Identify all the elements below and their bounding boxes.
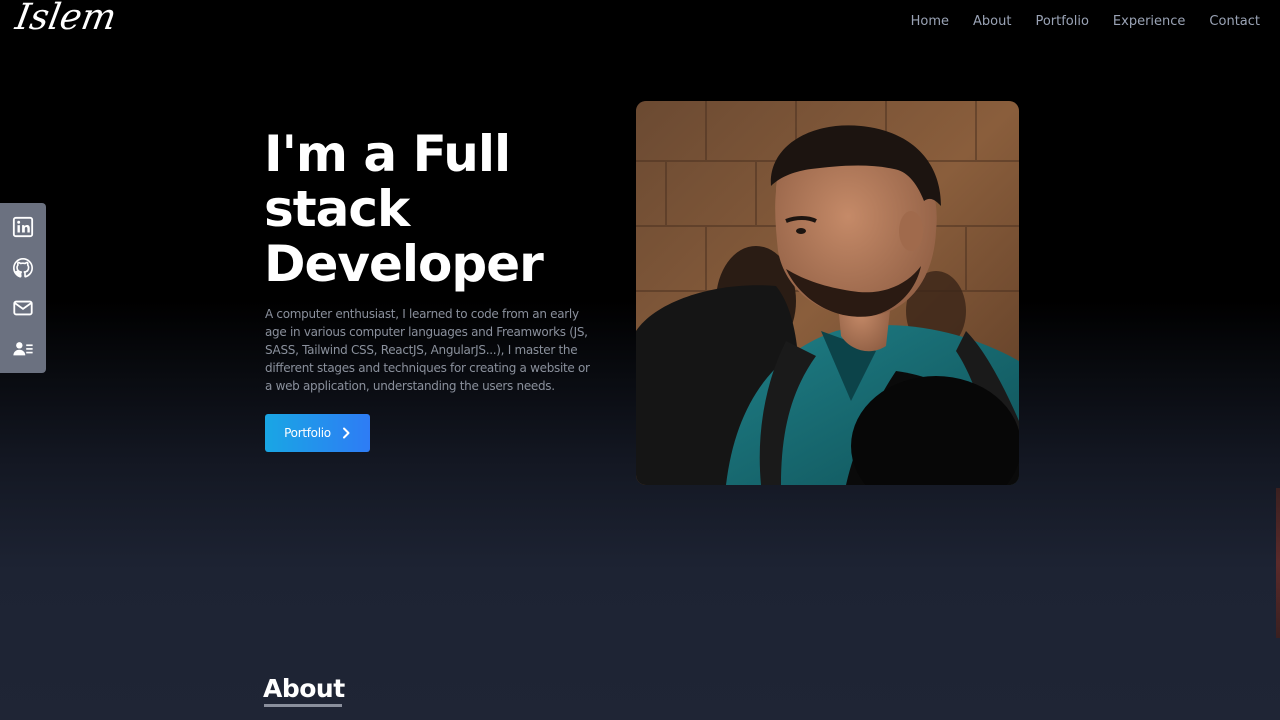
hero-description: A computer enthusiast, I learned to code… (265, 307, 590, 393)
scroll-edge-decoration (1276, 488, 1280, 638)
email-link[interactable] (10, 295, 36, 321)
portfolio-button[interactable]: Portfolio (265, 414, 370, 452)
linkedin-link[interactable] (10, 214, 36, 240)
contact-card-icon (13, 341, 33, 356)
linkedin-icon (12, 217, 34, 238)
nav-link-contact[interactable]: Contact (1209, 14, 1260, 30)
nav-link-portfolio[interactable]: Portfolio (1035, 14, 1088, 30)
resume-link[interactable] (10, 336, 36, 362)
main-nav: Home About Portfolio Experience Contact (887, 14, 1260, 30)
social-links-bar (0, 203, 46, 373)
nav-link-home[interactable]: Home (911, 14, 949, 30)
hero-title: I'm a Full stack Developer (264, 125, 544, 293)
nav-link-experience[interactable]: Experience (1113, 14, 1186, 30)
profile-photo-illustration (636, 101, 1019, 485)
site-logo[interactable]: Islem (12, 0, 120, 42)
github-link[interactable] (10, 255, 36, 281)
portfolio-button-label: Portfolio (284, 426, 331, 440)
github-icon (13, 257, 33, 278)
about-heading-underline (264, 704, 342, 707)
nav-link-about[interactable]: About (973, 14, 1011, 30)
mail-icon (13, 300, 33, 316)
profile-photo (636, 101, 1019, 485)
about-heading: About (263, 674, 345, 703)
chevron-right-icon (342, 427, 350, 439)
